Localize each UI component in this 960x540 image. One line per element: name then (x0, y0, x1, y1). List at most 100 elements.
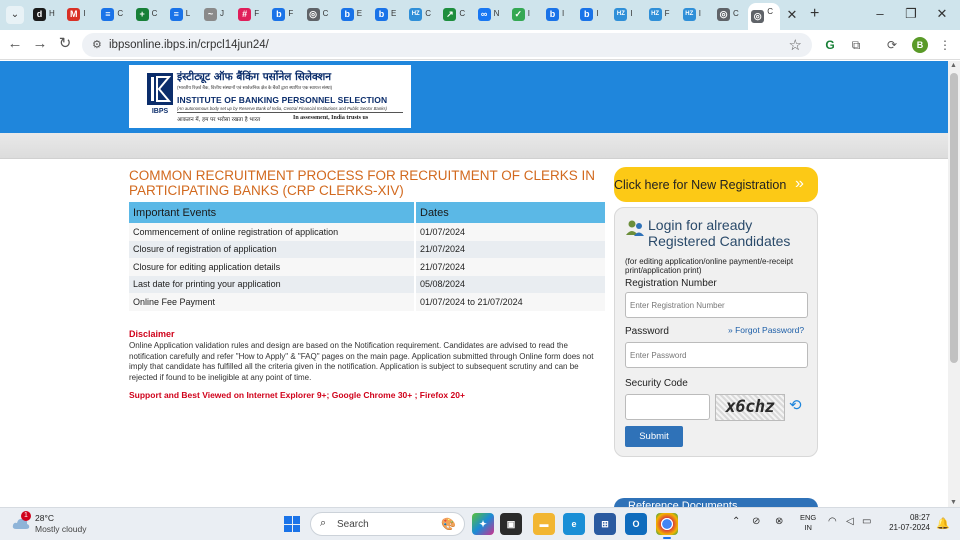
browser-tab[interactable]: HZ F (646, 5, 675, 25)
copilot-icon[interactable]: ✦ (472, 513, 494, 535)
browser-tab[interactable]: dH (30, 5, 59, 25)
forgot-password-link[interactable]: » Forgot Password? (728, 325, 804, 335)
store-icon[interactable]: ⊞ (594, 513, 616, 535)
window-close-icon[interactable]: ✕ (934, 6, 950, 22)
edge-icon[interactable]: e (563, 513, 585, 535)
security-code-label: Security Code (625, 378, 688, 389)
browser-tab[interactable]: HZ C (406, 5, 435, 25)
hz-icon: HZ (614, 8, 628, 21)
show-hidden-icons-icon[interactable]: ⌃ (732, 516, 740, 527)
scroll-down-icon[interactable]: ▼ (950, 499, 957, 506)
chrome-icon[interactable] (656, 513, 678, 539)
system-clock[interactable]: 08:27 21-07-2024 (884, 513, 930, 533)
wifi-icon[interactable]: ◠ (828, 516, 837, 527)
browser-tab[interactable]: HZ I (680, 5, 709, 25)
tab-search-button[interactable]: ⌄ (6, 6, 24, 24)
bing-icon: b (340, 8, 354, 21)
page-scrollbar[interactable]: ▲ ▼ (948, 61, 960, 507)
page-title: COMMON RECRUITMENT PROCESS FOR RECRUITME… (129, 168, 596, 198)
bing-icon: b (375, 8, 388, 21)
new-registration-button[interactable]: Click here for New Registration » (614, 167, 818, 202)
notification-bell-icon[interactable]: 🔔 (936, 517, 950, 530)
outlook-icon[interactable]: O (625, 513, 647, 535)
users-icon (625, 218, 645, 238)
extensions-icon[interactable]: ⧉ (848, 37, 864, 53)
tab-title: I (83, 9, 86, 18)
password-input[interactable] (625, 342, 808, 368)
reference-documents-header[interactable]: Reference Documents (614, 498, 818, 507)
meet-off-icon[interactable]: ⊗ (775, 516, 783, 527)
d-icon: d (33, 8, 46, 21)
close-tab-icon[interactable]: ✕ (785, 7, 799, 23)
task-view-icon[interactable]: ▣ (500, 513, 522, 535)
browser-tab[interactable]: ◎ C (714, 5, 743, 25)
password-label: Password (625, 326, 669, 337)
event-cell: Last date for printing your application (129, 275, 416, 293)
weather-description[interactable]: Mostly cloudy (35, 524, 87, 534)
profile-avatar[interactable]: B (912, 37, 928, 53)
date-cell: 21/07/2024 (415, 240, 607, 258)
browser-tab[interactable]: bE (338, 5, 367, 25)
table-row: Commencement of online registration of a… (129, 223, 607, 241)
tab-title: C (151, 9, 158, 18)
address-bar[interactable]: ⚙ ibpsonline.ibps.in/crpcl14jun24/ ☆ (82, 33, 812, 57)
browser-tab[interactable]: ∞ N (475, 5, 504, 25)
browser-tab[interactable]: bE (372, 5, 401, 25)
browser-tab[interactable]: bF (269, 5, 298, 25)
volume-icon[interactable]: ◁ (846, 516, 854, 527)
restore-icon[interactable]: ❐ (903, 6, 919, 22)
browser-tab[interactable]: ↗ C (440, 5, 469, 25)
browser-tab[interactable]: ≡ C (98, 5, 127, 25)
grammarly-extension-icon[interactable]: G (822, 37, 838, 53)
taskbar-search[interactable]: ⌕ Search 🎨 (310, 512, 465, 536)
hz-icon: HZ (682, 8, 696, 21)
battery-icon[interactable]: ▭ (862, 516, 871, 527)
site-info-icon[interactable]: ⚙ (92, 38, 102, 51)
minimize-icon[interactable]: – (872, 6, 888, 21)
tab-title: I (630, 9, 633, 18)
input-language[interactable]: ENG IN (800, 513, 816, 533)
taskbar-search-placeholder: Search (337, 519, 369, 530)
column-header-events: Important Events (129, 202, 416, 223)
clock-time: 08:27 (909, 513, 930, 522)
windows-start-icon[interactable] (284, 516, 300, 532)
browser-tab[interactable]: ✓ I (509, 5, 538, 25)
browser-tab[interactable]: ≡ L (167, 5, 196, 25)
forward-icon[interactable]: → (32, 36, 48, 52)
tab-title: I (527, 9, 531, 18)
table-row: Closure for editing application details … (129, 258, 607, 276)
back-icon[interactable]: ← (7, 36, 23, 52)
search-icon: ⌕ (320, 517, 327, 529)
scrollbar-thumb[interactable] (950, 73, 958, 363)
browser-tab[interactable]: MI (64, 5, 93, 25)
browser-tab[interactable]: bI (577, 5, 606, 25)
registration-number-input[interactable] (625, 292, 808, 318)
tab-active[interactable]: ◎ C (748, 3, 781, 30)
sync-icon[interactable]: ⟳ (884, 37, 900, 53)
bookmark-star-icon[interactable]: ☆ (789, 36, 802, 54)
scroll-up-icon[interactable]: ▲ (950, 62, 957, 69)
submit-button[interactable]: Submit (625, 426, 683, 447)
tab-title: C (322, 9, 329, 18)
disclaimer-heading: Disclaimer (129, 329, 175, 339)
hz-icon: HZ (409, 8, 423, 21)
browser-tab[interactable]: bI (543, 5, 572, 25)
menu-kebab-icon[interactable]: ⋮ (937, 37, 953, 53)
url-text[interactable]: ibpsonline.ibps.in/crpcl14jun24/ (109, 39, 269, 51)
phone-link-icon[interactable]: ⊘ (752, 516, 760, 527)
file-explorer-icon[interactable]: ▬ (533, 513, 555, 535)
weather-temperature[interactable]: 28°C (35, 513, 54, 523)
browser-tab[interactable]: HZ I (611, 5, 640, 25)
browser-tab[interactable]: ◎ C (304, 5, 333, 25)
refresh-captcha-icon[interactable]: ⟲ (789, 396, 802, 414)
clock-date: 21-07-2024 (889, 523, 930, 532)
tab-title: I (698, 9, 702, 18)
browser-tab[interactable]: + C (133, 5, 162, 25)
new-tab-button[interactable]: + (810, 5, 819, 23)
globe-icon: ◎ (306, 8, 320, 21)
browser-tab[interactable]: ~ J (201, 5, 230, 25)
reload-icon[interactable]: ↻ (57, 36, 73, 52)
browser-tab[interactable]: # F (235, 5, 264, 25)
security-code-input[interactable] (625, 394, 710, 420)
date-cell: 21/07/2024 (415, 258, 607, 276)
